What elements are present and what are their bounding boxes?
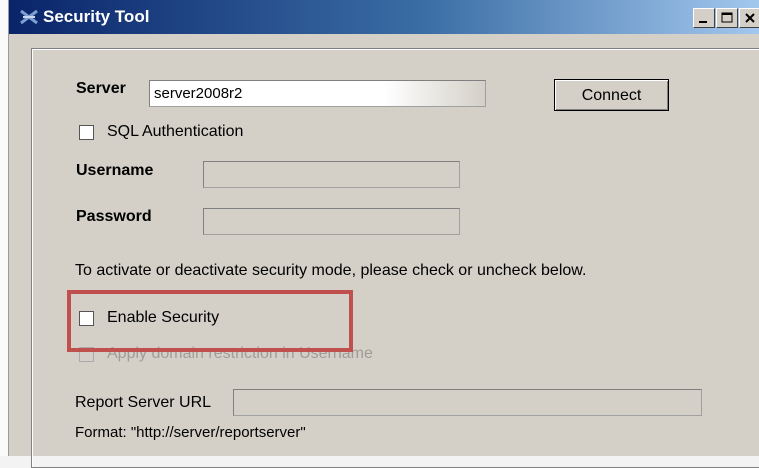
- minimize-icon: [699, 21, 707, 23]
- format-hint: Format: "http://server/reportserver": [75, 424, 306, 441]
- close-button[interactable]: [739, 8, 759, 28]
- maximize-button[interactable]: [716, 8, 738, 28]
- username-input[interactable]: [203, 161, 460, 188]
- maximize-icon: [721, 12, 733, 23]
- security-tool-window: Security Tool Server server2008r2 Connec…: [8, 0, 759, 468]
- background-strip: [0, 0, 8, 456]
- sql-auth-label: SQL Authentication: [107, 123, 244, 140]
- connect-button[interactable]: Connect: [554, 79, 669, 111]
- instruction-text: To activate or deactivate security mode,…: [75, 262, 587, 279]
- username-label: Username: [76, 162, 154, 179]
- report-url-input[interactable]: [233, 389, 702, 416]
- title-bar[interactable]: Security Tool: [9, 0, 759, 34]
- report-url-label: Report Server URL: [75, 394, 212, 411]
- server-input[interactable]: server2008r2: [149, 80, 486, 107]
- server-label: Server: [76, 80, 126, 97]
- minimize-button[interactable]: [693, 8, 715, 28]
- highlight-box: [67, 290, 353, 352]
- sql-auth-checkbox[interactable]: [79, 125, 94, 140]
- app-icon: [20, 9, 38, 25]
- window-title: Security Tool: [43, 7, 150, 26]
- password-label: Password: [76, 208, 152, 225]
- close-icon: [745, 13, 755, 23]
- password-input[interactable]: [203, 208, 460, 235]
